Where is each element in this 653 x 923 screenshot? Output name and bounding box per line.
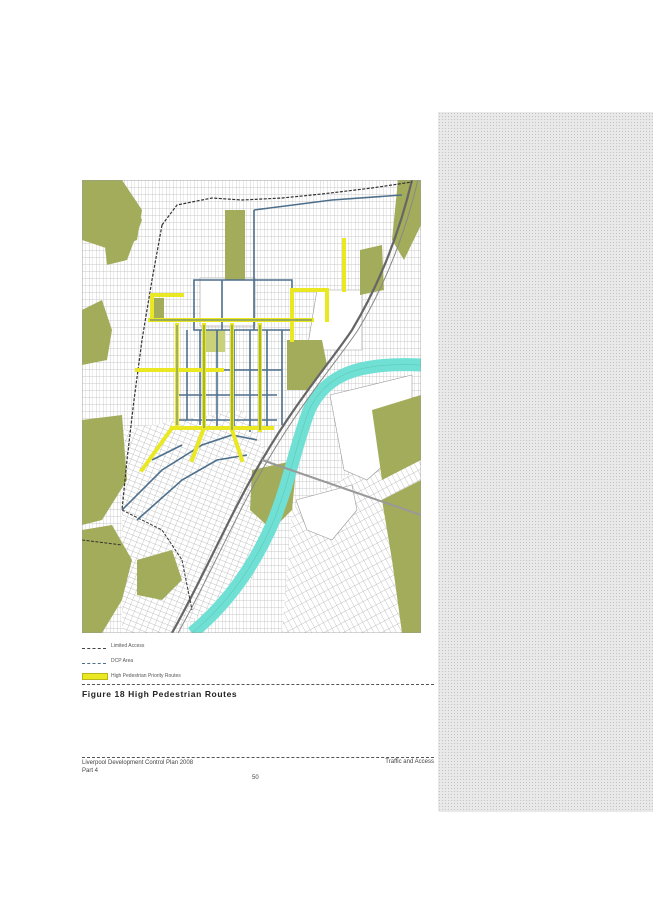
footer-divider [82, 757, 434, 758]
page-number: 50 [252, 775, 259, 781]
black-dashed-line-icon [82, 644, 106, 649]
sidebar-panel [438, 112, 653, 812]
legend-item-dcp-area: DCP Area [82, 656, 382, 671]
footer-section-title: Traffic and Access [385, 759, 434, 765]
blue-dashed-line-icon [82, 659, 106, 664]
footer-title-line: Liverpool Development Control Plan 2008 [82, 760, 194, 766]
site-map [82, 180, 421, 633]
figure-caption: Figure 18 High Pedestrian Routes [82, 689, 238, 699]
footer-document-title: Liverpool Development Control Plan 2008 … [82, 759, 193, 775]
yellow-band-icon [82, 673, 108, 680]
map-legend: Limited Access DCP Area High Pedestrian … [82, 641, 382, 686]
civic-square [205, 330, 225, 352]
legend-item-limited-access: Limited Access [82, 641, 382, 656]
caption-divider [82, 684, 434, 685]
footer-part-line: Part 4 [82, 768, 99, 774]
